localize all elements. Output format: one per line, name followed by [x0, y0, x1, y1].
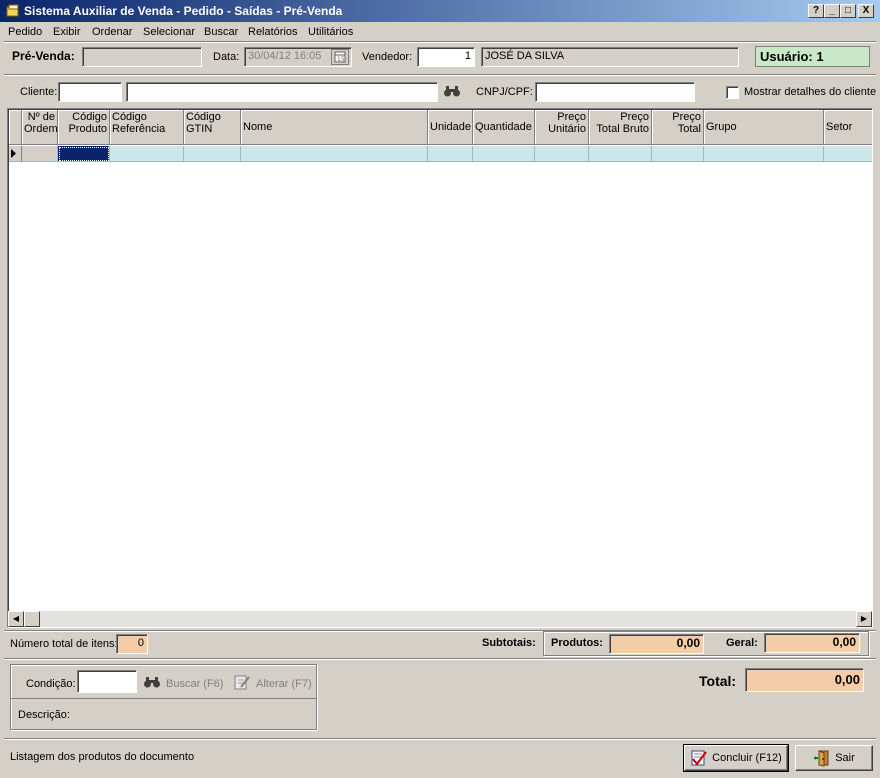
produtos-subtotal-field: 0,00	[609, 634, 704, 654]
app-icon	[6, 4, 19, 17]
vendedor-code-input[interactable]: 1	[417, 47, 475, 67]
num-itens-field: 0	[116, 634, 148, 654]
separator	[4, 74, 876, 76]
row-indicator-header	[9, 110, 22, 145]
table-cell[interactable]	[589, 146, 652, 162]
col-header-preco-total-bruto[interactable]: Preço Total Bruto	[589, 110, 652, 145]
col-header-setor[interactable]: Setor	[824, 110, 872, 145]
subtotais-label: Subtotais:	[482, 637, 536, 649]
maximize-button[interactable]: □	[840, 4, 856, 18]
row-pointer-icon	[11, 149, 16, 158]
prevenda-label: Pré-Venda:	[12, 49, 75, 63]
separator	[4, 658, 876, 660]
cnpj-label: CNPJ/CPF:	[476, 86, 533, 98]
edit-icon	[234, 675, 250, 690]
separator	[4, 41, 876, 43]
col-header-codigo-produto[interactable]: Código Produto	[58, 110, 110, 145]
col-header-quantidade[interactable]: Quantidade	[473, 110, 535, 145]
menu-exibir[interactable]: Exibir	[53, 26, 81, 38]
concluir-button[interactable]: Concluir (F12)	[683, 744, 789, 772]
descricao-label: Descrição:	[18, 709, 70, 721]
window-title: Sistema Auxiliar de Venda - Pedido - Saí…	[24, 4, 343, 18]
geral-subtotal-field: 0,00	[764, 633, 860, 653]
menu-utilitarios[interactable]: Utilitários	[308, 26, 353, 38]
separator	[11, 698, 316, 699]
svg-text:15: 15	[337, 56, 345, 63]
table-cell[interactable]	[652, 146, 704, 162]
table-cell[interactable]	[704, 146, 824, 162]
sair-button[interactable]: Sair	[795, 745, 873, 771]
condicao-label: Condição:	[26, 678, 76, 690]
concluir-label: Concluir (F12)	[712, 752, 782, 764]
table-cell[interactable]	[535, 146, 589, 162]
col-header-ordem[interactable]: Nº de Ordem	[22, 110, 58, 145]
col-header-preco-unitario[interactable]: Preço Unitário	[535, 110, 589, 145]
help-button[interactable]: ?	[808, 4, 824, 18]
binoculars-icon[interactable]	[443, 84, 461, 98]
table-cell-selected[interactable]	[58, 146, 110, 162]
close-button[interactable]: X	[858, 4, 874, 18]
scroll-left-button[interactable]: ◀	[8, 611, 24, 627]
binoculars-icon	[144, 677, 160, 688]
produtos-label: Produtos:	[551, 637, 603, 649]
row-indicator[interactable]	[9, 146, 22, 162]
details-checkbox[interactable]	[726, 86, 739, 99]
col-header-grupo[interactable]: Grupo	[704, 110, 824, 145]
scroll-thumb[interactable]	[24, 611, 40, 627]
total-label: Total:	[699, 673, 737, 689]
table-cell[interactable]	[473, 146, 535, 162]
calendar-button[interactable]: 15	[331, 49, 349, 65]
num-itens-label: Número total de itens:	[10, 638, 118, 650]
col-header-codigo-referencia[interactable]: Código Referência	[110, 110, 184, 145]
table-cell[interactable]	[824, 146, 872, 162]
minimize-button[interactable]: _	[824, 4, 840, 18]
menu-selecionar[interactable]: Selecionar	[143, 26, 195, 38]
usuario-badge: Usuário: 1	[755, 46, 870, 67]
details-label: Mostrar detalhes do cliente	[744, 86, 877, 98]
status-text: Listagem dos produtos do documento	[10, 751, 195, 763]
menu-bar: Pedido Exibir Ordenar Selecionar Buscar …	[0, 22, 880, 42]
total-field: 0,00	[745, 668, 864, 692]
menu-pedido[interactable]: Pedido	[8, 26, 42, 38]
table-cell[interactable]	[184, 146, 241, 162]
scroll-right-button[interactable]: ▶	[856, 611, 872, 627]
vendedor-label: Vendedor:	[362, 51, 413, 63]
col-header-codigo-gtin[interactable]: Código GTIN	[184, 110, 241, 145]
prevenda-field	[82, 47, 202, 67]
col-header-unidade[interactable]: Unidade	[428, 110, 473, 145]
col-header-preco-total[interactable]: Preço Total	[652, 110, 704, 145]
vendedor-name-field: JOSÉ DA SILVA	[481, 47, 739, 67]
calendar-icon: 15	[334, 51, 346, 63]
geral-label: Geral:	[726, 637, 758, 649]
menu-ordenar[interactable]: Ordenar	[92, 26, 132, 38]
alterar-button[interactable]: Alterar (F7)	[256, 678, 312, 690]
check-document-icon	[691, 750, 707, 766]
menu-relatorios[interactable]: Relatórios	[248, 26, 298, 38]
table-cell[interactable]	[110, 146, 184, 162]
cliente-code-input[interactable]	[58, 82, 122, 102]
title-bar[interactable]: Sistema Auxiliar de Venda - Pedido - Saí…	[0, 0, 880, 22]
buscar-button[interactable]: Buscar (F6)	[166, 678, 223, 690]
separator	[4, 738, 876, 740]
cnpj-input[interactable]	[535, 82, 695, 102]
menu-buscar[interactable]: Buscar	[204, 26, 238, 38]
cliente-name-input[interactable]	[126, 82, 438, 102]
sair-label: Sair	[835, 752, 855, 764]
col-header-nome[interactable]: Nome	[241, 110, 428, 145]
cliente-label: Cliente:	[20, 86, 58, 98]
data-label: Data:	[213, 51, 240, 63]
exit-door-icon	[814, 750, 829, 767]
horizontal-scrollbar[interactable]: ◀ ▶	[8, 611, 872, 627]
condicao-input[interactable]	[77, 670, 137, 693]
table-cell[interactable]	[22, 146, 58, 162]
table-cell[interactable]	[241, 146, 428, 162]
table-cell[interactable]	[428, 146, 473, 162]
products-grid[interactable]: Nº de Ordem Código Produto Código Referênci…	[7, 108, 873, 628]
